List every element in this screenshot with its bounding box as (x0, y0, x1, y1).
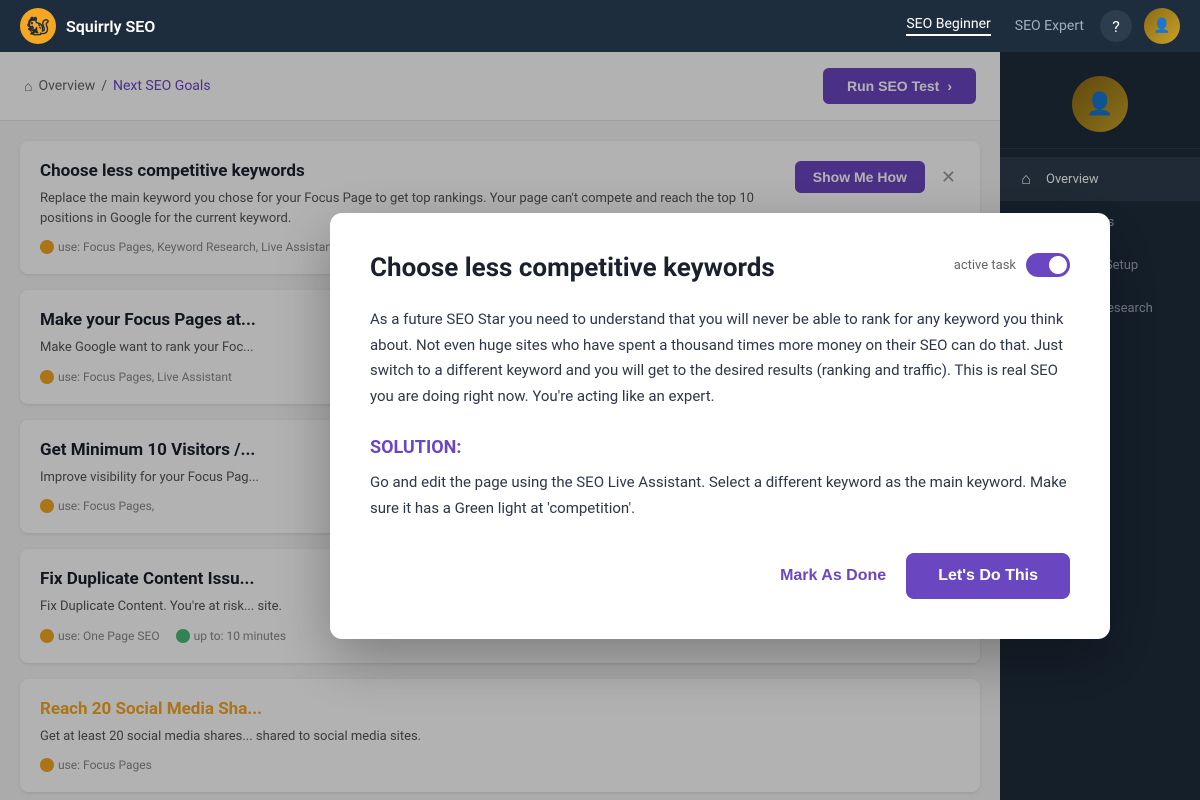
help-icon-btn[interactable]: ? (1100, 10, 1132, 42)
modal-dialog: Choose less competitive keywords active … (330, 213, 1110, 639)
modal-body-text: As a future SEO Star you need to underst… (370, 307, 1070, 409)
active-task-area: active task (954, 253, 1070, 277)
solution-label: SOLUTION: (370, 437, 1070, 458)
question-mark-icon: ? (1112, 17, 1120, 36)
active-task-label: active task (954, 258, 1016, 273)
nav-icons: ? 👤 (1100, 8, 1180, 44)
top-nav: 🐿 Squirrly SEO SEO Beginner SEO Expert ?… (0, 0, 1200, 52)
mark-as-done-button[interactable]: Mark As Done (780, 567, 886, 585)
logo-squirrel-icon: 🐿 (27, 16, 50, 37)
modal-header: Choose less competitive keywords active … (370, 253, 1070, 283)
nav-links: SEO Beginner SEO Expert (906, 16, 1084, 36)
app-title: Squirrly SEO (66, 17, 155, 36)
user-avatar[interactable]: 👤 (1144, 8, 1180, 44)
modal-title: Choose less competitive keywords (370, 253, 775, 283)
avatar-image: 👤 (1144, 8, 1180, 44)
logo-icon: 🐿 (20, 8, 56, 44)
active-task-toggle[interactable] (1026, 253, 1070, 277)
solution-text: Go and edit the page using the SEO Live … (370, 470, 1070, 521)
nav-seo-expert[interactable]: SEO Expert (1015, 18, 1084, 34)
modal-footer: Mark As Done Let's Do This (370, 553, 1070, 599)
modal-overlay: Choose less competitive keywords active … (0, 52, 1200, 800)
nav-seo-beginner[interactable]: SEO Beginner (906, 16, 990, 36)
logo-area: 🐿 Squirrly SEO (20, 8, 906, 44)
lets-do-this-button[interactable]: Let's Do This (906, 553, 1070, 599)
modal-body: As a future SEO Star you need to underst… (370, 307, 1070, 409)
